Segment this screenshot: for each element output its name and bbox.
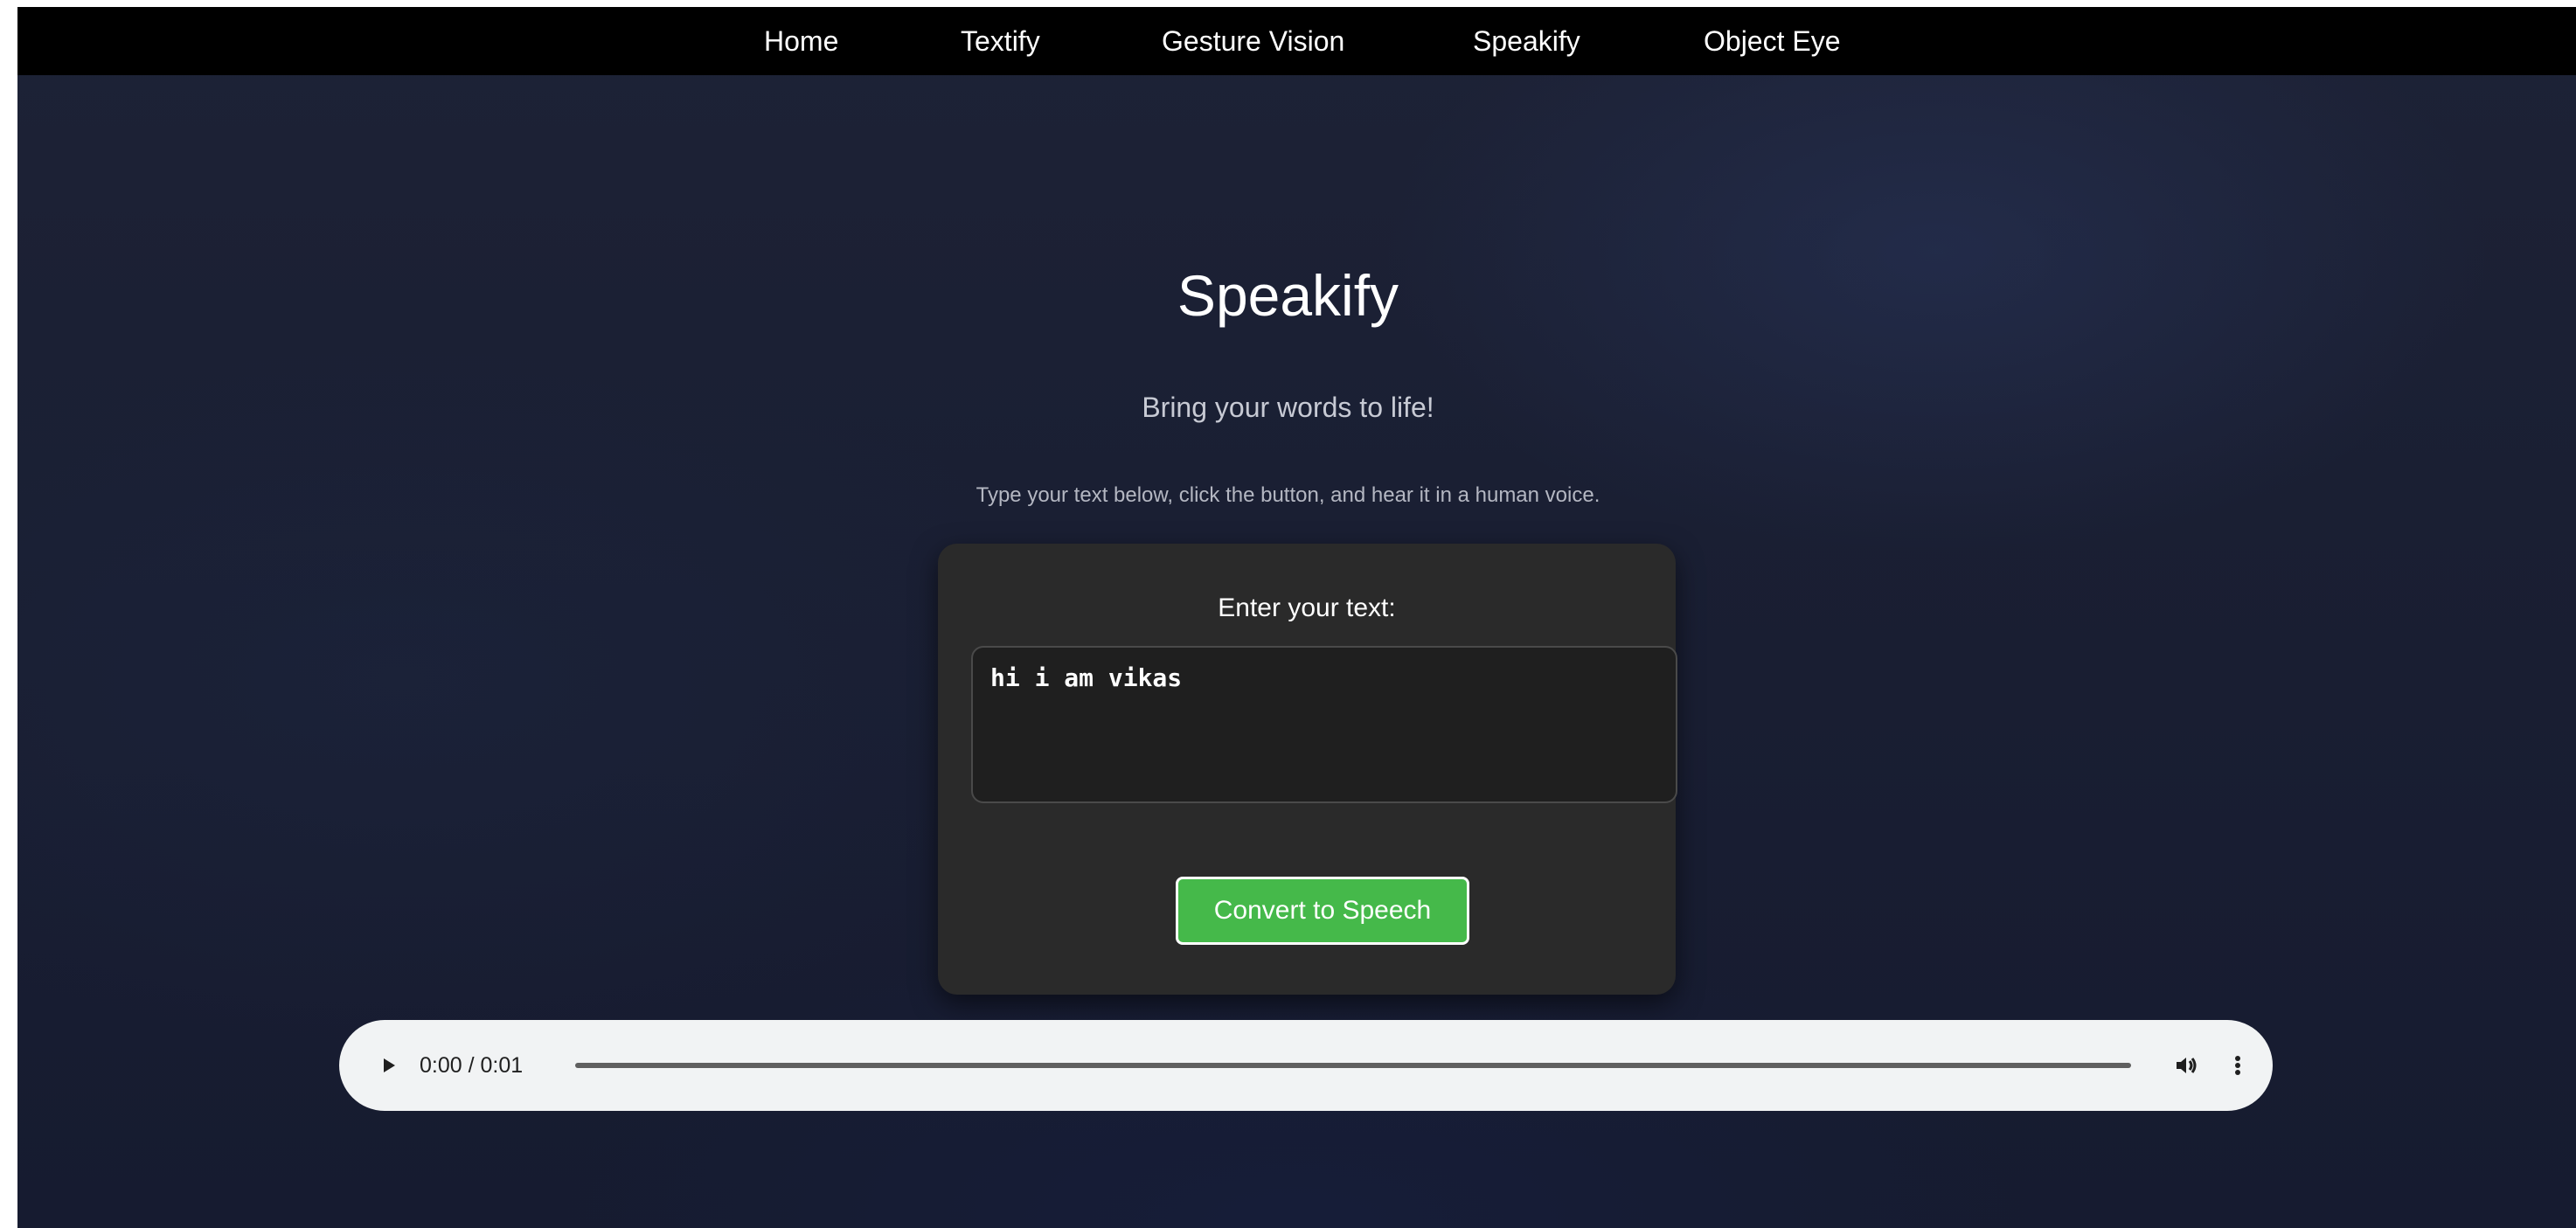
nav-link-gesture-vision[interactable]: Gesture Vision (1162, 7, 1344, 75)
nav-link-speakify[interactable]: Speakify (1473, 7, 1580, 75)
page-instructions: Type your text below, click the button, … (976, 483, 1600, 507)
volume-icon[interactable] (2170, 1048, 2205, 1083)
text-input-label: Enter your text: (1218, 593, 1396, 622)
page-tagline: Bring your words to life! (1142, 392, 1434, 423)
nav-link-home[interactable]: Home (764, 7, 838, 75)
audio-player: 0:00 / 0:01 (339, 1020, 2273, 1111)
text-input-field[interactable]: hi i am vikas (971, 646, 1677, 803)
nav-link-object-eye[interactable]: Object Eye (1704, 7, 1841, 75)
top-navbar: Home Textify Gesture Vision Speakify Obj… (17, 7, 2576, 75)
convert-to-speech-button[interactable]: Convert to Speech (1176, 877, 1469, 945)
audio-progress-bar[interactable] (575, 1063, 2131, 1068)
page-title: Speakify (1177, 263, 1399, 328)
play-icon[interactable] (372, 1049, 406, 1082)
text-to-speech-card: Enter your text: hi i am vikas Convert t… (938, 544, 1677, 995)
audio-time-display: 0:00 / 0:01 (420, 1053, 524, 1078)
more-options-icon[interactable] (2220, 1048, 2255, 1083)
page-background: Home Textify Gesture Vision Speakify Obj… (17, 7, 2576, 1228)
nav-link-textify[interactable]: Textify (961, 7, 1040, 75)
